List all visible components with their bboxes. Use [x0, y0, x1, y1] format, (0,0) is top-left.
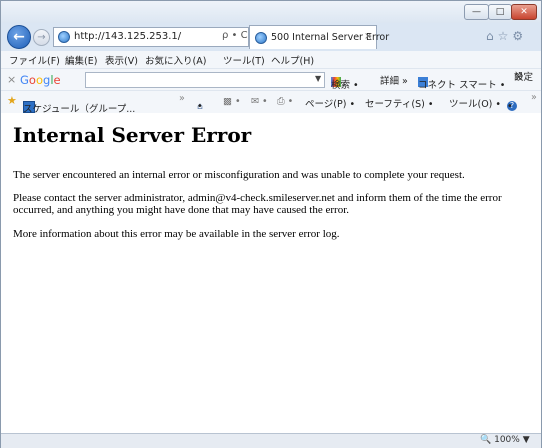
- close-toolbar-icon[interactable]: ×: [7, 73, 16, 86]
- navigation-bar: ← → http://143.125.253.1/ ρ • C 500 Inte…: [1, 23, 541, 51]
- status-bar: 🔍 100% ▼: [1, 433, 541, 448]
- menu-help[interactable]: ヘルプ(H): [271, 53, 314, 67]
- maximize-button[interactable]: □: [488, 4, 512, 20]
- menu-view[interactable]: 表示(V): [105, 53, 138, 67]
- menu-bar: ファイル(F) 編集(E) 表示(V) お気に入り(A) ツール(T) ヘルプ(…: [1, 51, 541, 68]
- google-logo: Google: [20, 73, 61, 87]
- close-button[interactable]: ✕: [511, 4, 537, 20]
- search-refresh-icon[interactable]: ρ • C: [222, 30, 248, 41]
- address-bar[interactable]: http://143.125.253.1/ ρ • C: [53, 27, 249, 47]
- google-search-input[interactable]: [86, 73, 316, 87]
- tab-active[interactable]: 500 Internal Server Error ×: [249, 25, 389, 49]
- feeds-icon[interactable]: ▩ •: [223, 96, 241, 107]
- tools-menu[interactable]: ツール(O) •: [449, 96, 501, 110]
- menu-tools[interactable]: ツール(T): [223, 53, 265, 67]
- google-toolbar: × Google ▼ 検索 • 詳細 » コネクト スマート • ⚒ 設定: [1, 68, 541, 91]
- contact-paragraph: Please contact the server administrator,…: [13, 192, 502, 216]
- favorites-command-bar: ★ スケジュール（グループ... » ⌂ • ▩ • ✉ • ⎙ • ページ(P…: [1, 90, 541, 115]
- tab-close-icon[interactable]: ×: [364, 31, 372, 42]
- title-bar: — □ ✕: [1, 1, 541, 23]
- ie-page-icon: [255, 32, 267, 44]
- mail-icon[interactable]: ✉ •: [251, 96, 268, 107]
- error-paragraph: The server encountered an internal error…: [13, 169, 465, 181]
- menu-favorites[interactable]: お気に入り(A): [145, 53, 206, 67]
- log-paragraph: More information about this error may be…: [13, 228, 340, 240]
- chevron-overflow-icon[interactable]: »: [179, 93, 185, 104]
- chevron-down-icon[interactable]: ▼: [315, 74, 321, 83]
- chevron-overflow-icon[interactable]: »: [531, 92, 537, 103]
- zoom-control[interactable]: 🔍 100% ▼: [480, 435, 530, 445]
- menu-file[interactable]: ファイル(F): [9, 53, 60, 67]
- safety-menu[interactable]: セーフティ(S) •: [365, 96, 433, 110]
- zoom-icon: 🔍: [480, 435, 492, 445]
- google-search-box[interactable]: ▼: [85, 72, 325, 88]
- forward-arrow-icon[interactable]: →: [33, 29, 50, 46]
- browser-window: — □ ✕ ← → http://143.125.253.1/ ρ • C 50…: [0, 0, 542, 448]
- menu-edit[interactable]: 編集(E): [65, 53, 97, 67]
- minimize-button[interactable]: —: [464, 4, 489, 20]
- more-button[interactable]: 詳細 »: [380, 73, 408, 87]
- back-arrow-icon[interactable]: ←: [7, 25, 31, 49]
- ie-page-icon: [58, 31, 70, 43]
- page-menu[interactable]: ページ(P) •: [305, 96, 355, 110]
- url-text[interactable]: http://143.125.253.1/: [74, 31, 181, 42]
- page-content: Internal Server Error The server encount…: [1, 113, 541, 433]
- favorites-star-icon[interactable]: ★: [7, 94, 17, 107]
- print-icon[interactable]: ⎙ •: [277, 96, 293, 107]
- home-favorites-settings-icon[interactable]: ⌂☆⚙: [486, 29, 527, 43]
- page-title: Internal Server Error: [13, 123, 252, 147]
